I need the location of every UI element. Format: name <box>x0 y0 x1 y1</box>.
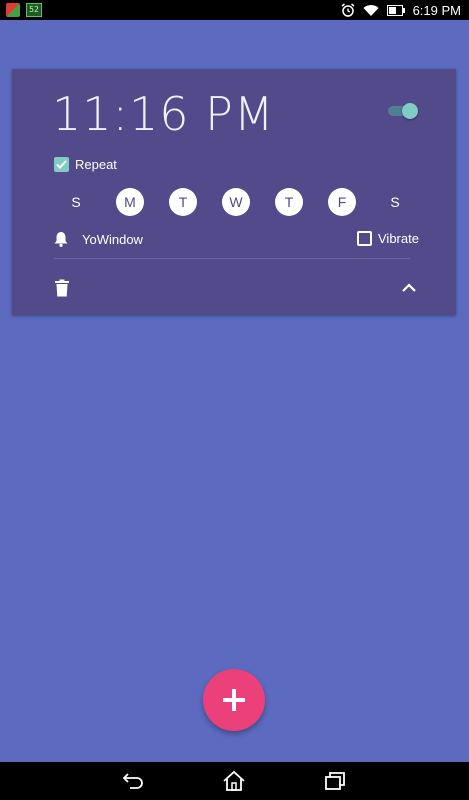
alarm-time[interactable]: 11:16 PM <box>52 87 275 141</box>
day-friday[interactable]: F <box>328 188 356 216</box>
trash-icon[interactable] <box>54 279 70 297</box>
app-icon <box>6 3 20 17</box>
battery-saver-icon: 52 <box>26 3 42 17</box>
battery-icon <box>386 4 405 16</box>
home-icon[interactable] <box>222 770 246 792</box>
add-alarm-button[interactable] <box>203 669 265 731</box>
day-thursday[interactable]: T <box>275 188 303 216</box>
card-divider <box>54 258 410 259</box>
checkbox-empty-icon <box>357 231 372 246</box>
plus-icon <box>223 689 245 711</box>
recent-apps-icon[interactable] <box>323 770 347 792</box>
bell-icon <box>54 232 68 247</box>
repeat-label: Repeat <box>75 157 117 172</box>
back-icon[interactable] <box>122 770 146 792</box>
alarm-card[interactable]: 11:16 PM Repeat S M T W T F S YoWindow V… <box>12 69 456 315</box>
alarm-toggle[interactable] <box>388 103 418 119</box>
alarm-screen: 52 6:19 PM 11:16 PM Repeat S M T W T F S… <box>0 0 469 800</box>
day-sunday[interactable]: S <box>62 188 90 216</box>
day-tuesday[interactable]: T <box>169 188 197 216</box>
status-bar: 52 6:19 PM <box>0 0 469 20</box>
day-selector: S M T W T F S <box>62 188 416 216</box>
alarm-icon <box>341 3 355 17</box>
status-clock: 6:19 PM <box>412 2 461 18</box>
day-monday[interactable]: M <box>116 188 144 216</box>
ringtone-label: YoWindow <box>82 231 143 247</box>
day-saturday[interactable]: S <box>381 188 409 216</box>
toggle-thumb <box>402 103 418 119</box>
vibrate-label: Vibrate <box>378 231 419 246</box>
day-wednesday[interactable]: W <box>222 188 250 216</box>
ringtone-selector[interactable]: YoWindow <box>54 231 143 247</box>
chevron-up-icon[interactable] <box>401 281 417 293</box>
repeat-checkbox[interactable]: Repeat <box>54 157 117 172</box>
navigation-bar <box>0 762 469 800</box>
vibrate-checkbox[interactable]: Vibrate <box>357 231 419 246</box>
wifi-icon <box>363 4 379 16</box>
checkbox-checked-icon <box>54 157 69 172</box>
